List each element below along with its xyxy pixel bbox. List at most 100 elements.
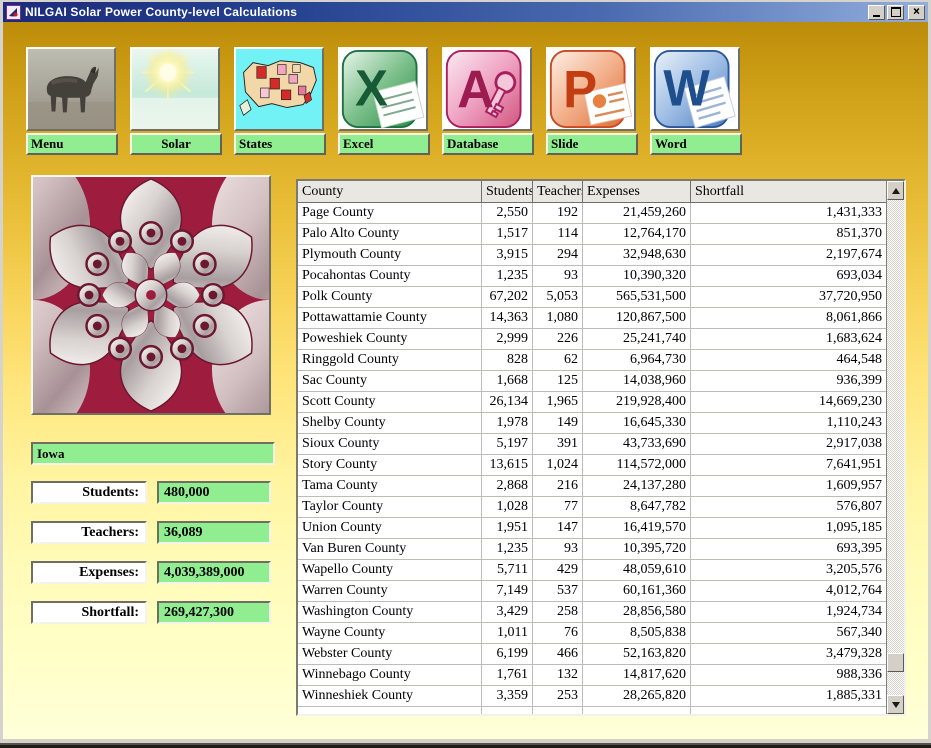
cell-teachers: 253 (533, 686, 583, 707)
table-row[interactable]: Sac County 1,668 125 14,038,960 936,399 (298, 371, 886, 392)
toolbar-button[interactable]: Excel (338, 47, 430, 155)
cell-students: 2,550 (482, 203, 533, 224)
cell-shortfall: 1,609,957 (691, 476, 886, 497)
cell-shortfall: 693,034 (691, 266, 886, 287)
table-row[interactable]: Winnebago County 1,761 132 14,817,620 98… (298, 665, 886, 686)
table-row[interactable]: Winneshiek County 3,359 253 28,265,820 1… (298, 686, 886, 707)
table-row[interactable]: Ringgold County 828 62 6,964,730 464,548 (298, 350, 886, 371)
scrollbar-down-button[interactable] (887, 695, 904, 714)
cell-expenses: 8,647,782 (583, 497, 691, 518)
cell-students: 7,149 (482, 581, 533, 602)
toolbar-button-label: Slide (546, 133, 638, 155)
col-header-county[interactable]: County (298, 181, 482, 203)
toolbar-button[interactable]: Database (442, 47, 534, 155)
table-row[interactable]: Van Buren County 1,235 93 10,395,720 693… (298, 539, 886, 560)
cell-teachers: 216 (533, 476, 583, 497)
minimize-button[interactable] (868, 5, 885, 20)
cell-teachers: 391 (533, 434, 583, 455)
table-scrollbar[interactable] (886, 181, 904, 714)
cell-county: Taylor County (298, 497, 482, 518)
toolbar-button-label: Word (650, 133, 742, 155)
toolbar-button-label: Menu (26, 133, 118, 155)
cell-expenses: 28,265,820 (583, 686, 691, 707)
stat-row: Shortfall: 269,427,300 (31, 601, 271, 624)
cell-county: Palo Alto County (298, 224, 482, 245)
maximize-icon (891, 7, 901, 17)
cell-teachers: 429 (533, 560, 583, 581)
table-row[interactable]: Taylor County 1,028 77 8,647,782 576,807 (298, 497, 886, 518)
toolbar-button-icon (546, 47, 636, 131)
table-filler-row (298, 707, 886, 714)
cell-county: Winnebago County (298, 665, 482, 686)
table-row[interactable]: Wapello County 5,711 429 48,059,610 3,20… (298, 560, 886, 581)
toolbar-button[interactable]: Word (650, 47, 742, 155)
maximize-button[interactable] (887, 5, 904, 20)
table-row[interactable]: Washington County 3,429 258 28,856,580 1… (298, 602, 886, 623)
cell-expenses: 25,241,740 (583, 329, 691, 350)
cell-teachers: 537 (533, 581, 583, 602)
cell-students: 67,202 (482, 287, 533, 308)
stat-label: Teachers: (31, 521, 147, 544)
table-row[interactable]: Plymouth County 3,915 294 32,948,630 2,1… (298, 245, 886, 266)
table-row[interactable]: Wayne County 1,011 76 8,505,838 567,340 (298, 623, 886, 644)
scrollbar-up-button[interactable] (887, 181, 904, 200)
cell-students: 2,868 (482, 476, 533, 497)
table-row[interactable]: Polk County 67,202 5,053 565,531,500 37,… (298, 287, 886, 308)
table-row[interactable]: Poweshiek County 2,999 226 25,241,740 1,… (298, 329, 886, 350)
toolbar-button[interactable]: States (234, 47, 326, 155)
toolbar-button[interactable]: Slide (546, 47, 638, 155)
stat-row: Teachers: 36,089 (31, 521, 271, 544)
table-row[interactable]: Story County 13,615 1,024 114,572,000 7,… (298, 455, 886, 476)
cell-expenses: 52,163,820 (583, 644, 691, 665)
state-name-field[interactable]: Iowa (31, 442, 275, 465)
toolbar-button-icon (442, 47, 532, 131)
col-header-students[interactable]: Students (482, 181, 533, 203)
table-row[interactable]: Page County 2,550 192 21,459,260 1,431,3… (298, 203, 886, 224)
table-row[interactable]: Warren County 7,149 537 60,161,360 4,012… (298, 581, 886, 602)
cell-teachers: 93 (533, 266, 583, 287)
cell-county: Pottawattamie County (298, 308, 482, 329)
scrollbar-track[interactable] (887, 200, 904, 695)
stat-value-field[interactable]: 4,039,389,000 (157, 561, 271, 584)
stat-value-field[interactable]: 36,089 (157, 521, 271, 544)
cell-county: Shelby County (298, 413, 482, 434)
cell-expenses: 48,059,610 (583, 560, 691, 581)
col-header-teachers[interactable]: Teachers (533, 181, 583, 203)
app-window: NILGAI Solar Power County-level Calculat… (0, 0, 931, 748)
toolbar-button[interactable]: Menu (26, 47, 118, 155)
table-row[interactable]: Pottawattamie County 14,363 1,080 120,86… (298, 308, 886, 329)
cell-shortfall: 1,683,624 (691, 329, 886, 350)
arrow-down-icon (892, 702, 900, 708)
col-header-expenses[interactable]: Expenses (583, 181, 691, 203)
table-row[interactable]: Tama County 2,868 216 24,137,280 1,609,9… (298, 476, 886, 497)
scrollbar-thumb[interactable] (887, 653, 904, 672)
col-header-shortfall[interactable]: Shortfall (691, 181, 886, 203)
table-header: County Students Teachers Expenses Shortf… (298, 181, 886, 203)
table-row[interactable]: Shelby County 1,978 149 16,645,330 1,110… (298, 413, 886, 434)
stat-value-field[interactable]: 269,427,300 (157, 601, 271, 624)
cell-shortfall: 14,669,230 (691, 392, 886, 413)
cell-county: Sac County (298, 371, 482, 392)
table-row[interactable]: Pocahontas County 1,235 93 10,390,320 69… (298, 266, 886, 287)
table-row[interactable]: Palo Alto County 1,517 114 12,764,170 85… (298, 224, 886, 245)
title-bar[interactable]: NILGAI Solar Power County-level Calculat… (3, 2, 928, 22)
cell-shortfall: 2,197,674 (691, 245, 886, 266)
cell-county: Polk County (298, 287, 482, 308)
cell-shortfall: 464,548 (691, 350, 886, 371)
close-button[interactable]: × (908, 5, 925, 20)
cell-teachers: 5,053 (533, 287, 583, 308)
table-row[interactable]: Union County 1,951 147 16,419,570 1,095,… (298, 518, 886, 539)
table-row[interactable]: Scott County 26,134 1,965 219,928,400 14… (298, 392, 886, 413)
table-row[interactable]: Sioux County 5,197 391 43,733,690 2,917,… (298, 434, 886, 455)
window-bottom-edge (0, 739, 931, 748)
cell-shortfall: 693,395 (691, 539, 886, 560)
table-row[interactable]: Webster County 6,199 466 52,163,820 3,47… (298, 644, 886, 665)
cell-expenses: 114,572,000 (583, 455, 691, 476)
cell-county: Scott County (298, 392, 482, 413)
cell-teachers: 114 (533, 224, 583, 245)
cell-county: Page County (298, 203, 482, 224)
stat-value-field[interactable]: 480,000 (157, 481, 271, 504)
cell-shortfall: 8,061,866 (691, 308, 886, 329)
cell-teachers: 147 (533, 518, 583, 539)
toolbar-button[interactable]: Solar (130, 47, 222, 155)
